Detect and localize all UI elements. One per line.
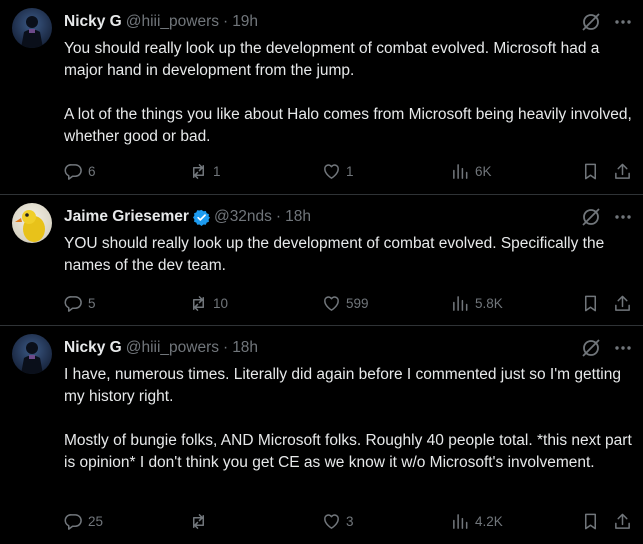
views-count: 4.2K: [475, 513, 503, 529]
action-bar: 5 10 599 5.8K: [64, 292, 631, 314]
tweet[interactable]: Nicky G @hiii_powers · 18h I have, numer…: [0, 326, 643, 544]
views-chart-icon: [453, 513, 468, 529]
reply-button[interactable]: 25: [64, 510, 103, 532]
more-options-icon[interactable]: [613, 209, 633, 225]
retweet-button[interactable]: 1: [189, 160, 221, 182]
views-button[interactable]: 5.8K: [451, 292, 503, 314]
retweet-icon: [192, 163, 205, 179]
action-bar: 6 1 1 6K: [64, 160, 631, 182]
reply-count: 25: [88, 513, 104, 529]
tweet-text: YOU should really look up the developmen…: [64, 233, 636, 277]
grok-icon[interactable]: [581, 12, 601, 32]
separator-dot: ·: [223, 339, 229, 356]
more-options-icon[interactable]: [613, 340, 633, 356]
author-name[interactable]: Nicky G: [64, 339, 122, 357]
verified-badge-icon[interactable]: [192, 209, 210, 226]
tweet-header: Nicky G @hiii_powers · 18h: [64, 338, 258, 358]
heart-icon: [324, 163, 339, 179]
share-button[interactable]: [613, 510, 632, 532]
avatar-figure-icon: [21, 16, 43, 48]
like-count: 3: [346, 513, 354, 529]
like-count: 1: [346, 163, 354, 179]
retweet-button[interactable]: 10: [189, 292, 228, 314]
tweet-paragraph: You should really look up the developmen…: [64, 40, 600, 79]
like-button[interactable]: 3: [322, 510, 354, 532]
views-count: 5.8K: [475, 295, 503, 311]
retweet-count: 1: [213, 163, 221, 179]
bookmark-icon: [584, 295, 597, 311]
like-button[interactable]: 1: [322, 160, 354, 182]
share-button[interactable]: [613, 292, 632, 314]
avatar[interactable]: [12, 8, 52, 48]
reply-icon: [64, 163, 82, 180]
avatar[interactable]: [12, 334, 52, 374]
retweet-button[interactable]: [189, 510, 213, 532]
views-chart-icon: [453, 163, 468, 179]
views-button[interactable]: 4.2K: [451, 510, 503, 532]
avatar-figure-icon: [21, 342, 43, 374]
tweet-paragraph: Mostly of bungie folks, AND Microsoft fo…: [64, 432, 632, 471]
heart-icon: [324, 513, 339, 529]
share-icon: [615, 295, 630, 311]
author-name[interactable]: Jaime Griesemer: [64, 208, 189, 226]
views-button[interactable]: 6K: [451, 160, 492, 182]
like-button[interactable]: 599: [322, 292, 369, 314]
author-handle[interactable]: @hiii_powers: [126, 339, 219, 357]
share-icon: [615, 163, 630, 179]
views-chart-icon: [453, 295, 468, 311]
retweet-icon: [192, 295, 205, 311]
like-count: 599: [346, 295, 369, 311]
more-options-icon[interactable]: [613, 14, 633, 30]
share-icon: [615, 513, 630, 529]
tweet-paragraph: I have, numerous times. Literally did ag…: [64, 366, 621, 405]
grok-icon[interactable]: [581, 207, 601, 227]
bookmark-icon: [584, 163, 597, 179]
bookmark-icon: [584, 513, 597, 529]
reply-button[interactable]: 5: [64, 292, 96, 314]
heart-icon: [324, 295, 339, 311]
reply-icon: [64, 513, 82, 530]
timestamp[interactable]: 18h: [285, 208, 311, 226]
bookmark-button[interactable]: [581, 292, 600, 314]
reply-button[interactable]: 6: [64, 160, 96, 182]
share-button[interactable]: [613, 160, 632, 182]
grok-icon[interactable]: [581, 338, 601, 358]
tweet-text: You should really look up the developmen…: [64, 38, 636, 148]
timestamp[interactable]: 19h: [232, 13, 258, 31]
author-handle[interactable]: @hiii_powers: [126, 13, 219, 31]
tweet-text: I have, numerous times. Literally did ag…: [64, 364, 636, 474]
tweet-paragraph: A lot of the things you like about Halo …: [64, 106, 632, 145]
separator-dot: ·: [275, 208, 282, 225]
tweet[interactable]: Jaime Griesemer @32nds · 18h YOU should …: [0, 195, 643, 325]
reply-count: 5: [88, 295, 96, 311]
views-count: 6K: [475, 163, 492, 179]
tweet-paragraph: YOU should really look up the developmen…: [64, 235, 605, 274]
avatar-bird-icon: [15, 210, 45, 242]
retweet-icon: [192, 513, 205, 529]
separator-dot: ·: [223, 13, 229, 30]
timestamp[interactable]: 18h: [232, 339, 258, 357]
tweet-header: Jaime Griesemer @32nds · 18h: [64, 207, 311, 227]
bookmark-button[interactable]: [581, 510, 600, 532]
reply-count: 6: [88, 163, 96, 179]
author-handle[interactable]: @32nds: [214, 208, 272, 226]
tweet[interactable]: Nicky G @hiii_powers · 19h You should re…: [0, 0, 643, 194]
reply-icon: [64, 295, 82, 312]
author-name[interactable]: Nicky G: [64, 13, 122, 31]
retweet-count: 10: [213, 295, 229, 311]
action-bar: 25 3 4.2K: [64, 510, 631, 532]
avatar[interactable]: [12, 203, 52, 243]
tweet-header: Nicky G @hiii_powers · 19h: [64, 12, 258, 32]
bookmark-button[interactable]: [581, 160, 600, 182]
